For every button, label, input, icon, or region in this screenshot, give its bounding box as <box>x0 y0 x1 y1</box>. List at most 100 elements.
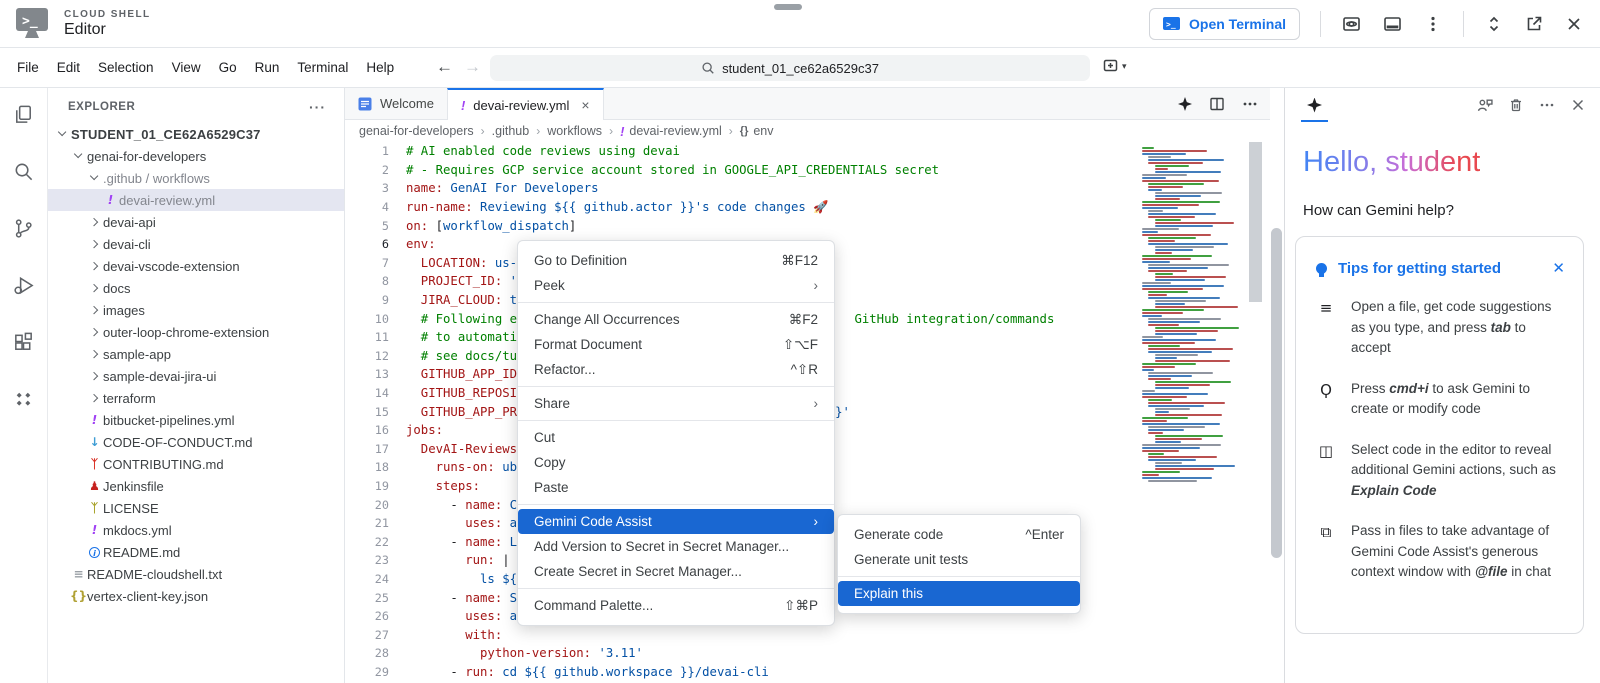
tree-item-bitbucket-pipelines-yml[interactable]: !bitbucket-pipelines.yml <box>48 409 344 431</box>
code-line-5[interactable]: 5on: [workflow_dispatch] <box>345 216 1270 235</box>
menu-shortcut: ⌘F12 <box>781 253 818 269</box>
editor-scrollbar[interactable] <box>1249 142 1262 302</box>
code-line-27[interactable]: 27 with: <box>345 625 1270 644</box>
ctx-create-secret-in-secret-manager[interactable]: Create Secret in Secret Manager... <box>518 559 834 584</box>
gemini-chat-tab[interactable] <box>1302 88 1327 122</box>
tree-item-vertex-client-key-json[interactable]: {}vertex-client-key.json <box>48 585 344 607</box>
menu-view[interactable]: View <box>163 60 210 75</box>
tree-item-outer-loop-chrome-extension[interactable]: outer-loop-chrome-extension <box>48 321 344 343</box>
explorer-icon[interactable] <box>12 103 35 131</box>
window-drag-handle[interactable] <box>774 4 802 10</box>
gemini-more-icon[interactable] <box>1539 97 1555 113</box>
code-line-29[interactable]: 29 - run: cd ${{ github.workspace }}/dev… <box>345 663 1270 682</box>
file-tree: STUDENT_01_CE62A6529C37genai-for-develop… <box>48 123 344 607</box>
tree-item-devai-api[interactable]: devai-api <box>48 211 344 233</box>
ctx-copy[interactable]: Copy <box>518 450 834 475</box>
breadcrumb-env[interactable]: {}env <box>740 124 774 138</box>
ctx-peek[interactable]: Peek› <box>518 273 834 298</box>
code-line-4[interactable]: 4run-name: Reviewing ${{ github.actor }}… <box>345 198 1270 217</box>
code-line-3[interactable]: 3name: GenAI For Developers <box>345 179 1270 198</box>
gemini-activity-icon[interactable] <box>12 388 35 416</box>
menu-edit[interactable]: Edit <box>48 60 89 75</box>
ctx-cut[interactable]: Cut <box>518 425 834 450</box>
more-options-icon[interactable] <box>1423 14 1443 34</box>
delete-chat-icon[interactable] <box>1508 97 1524 113</box>
tree-item-genai-for-developers[interactable]: genai-for-developers <box>48 145 344 167</box>
search-panel-icon[interactable] <box>12 160 35 188</box>
ctx-paste[interactable]: Paste <box>518 475 834 500</box>
ctx-share[interactable]: Share› <box>518 391 834 416</box>
tree-item-label: README-cloudshell.txt <box>87 567 222 582</box>
close-panel-icon[interactable] <box>1570 97 1586 113</box>
minimap[interactable] <box>1140 147 1242 627</box>
navigate-forward-icon[interactable]: → <box>464 57 481 77</box>
source-control-icon[interactable] <box>12 217 35 245</box>
tree-item--github-workflows[interactable]: .github / workflows <box>48 167 344 189</box>
tree-item-sample-app[interactable]: sample-app <box>48 343 344 365</box>
code-line-2[interactable]: 2# - Requires GCP service account stored… <box>345 161 1270 180</box>
menu-item-label: Generate code <box>854 527 943 542</box>
tab-welcome[interactable]: Welcome <box>345 88 447 119</box>
web-preview-icon[interactable] <box>1341 14 1362 34</box>
editor-more-icon[interactable] <box>1242 96 1258 112</box>
workspace-switcher-icon[interactable]: ▾ <box>1102 57 1127 75</box>
code-line-28[interactable]: 28 python-version: '3.11' <box>345 644 1270 663</box>
tree-item-devai-review-yml[interactable]: !devai-review.yml <box>48 189 344 211</box>
run-debug-icon[interactable] <box>12 274 35 302</box>
tree-item-code-of-conduct-md[interactable]: ↓CODE-OF-CONDUCT.md <box>48 431 344 453</box>
breadcrumb--github[interactable]: .github <box>492 124 530 138</box>
ctx-go-to-definition[interactable]: Go to Definition⌘F12 <box>518 248 834 273</box>
sub-generate-code[interactable]: Generate code^Enter <box>838 522 1080 547</box>
divider <box>1463 11 1464 37</box>
breadcrumb-workflows[interactable]: workflows <box>547 124 602 138</box>
search-input[interactable]: student_01_ce62a6529c37 <box>490 55 1090 81</box>
tree-item-docs[interactable]: docs <box>48 277 344 299</box>
tree-item-readme-md[interactable]: iREADME.md <box>48 541 344 563</box>
menu-go[interactable]: Go <box>210 60 246 75</box>
breadcrumb-devai-review-yml[interactable]: !devai-review.yml <box>620 124 722 139</box>
menu-run[interactable]: Run <box>246 60 289 75</box>
panel-scrollbar[interactable] <box>1271 228 1282 558</box>
ctx-format-document[interactable]: Format Document⇧⌥F <box>518 332 834 357</box>
ctx-change-all-occurrences[interactable]: Change All Occurrences⌘F2 <box>518 307 834 332</box>
extensions-icon[interactable] <box>12 331 35 359</box>
open-in-new-window-icon[interactable] <box>1524 14 1544 34</box>
close-icon[interactable] <box>1564 14 1584 34</box>
toggle-panel-icon[interactable] <box>1382 14 1403 34</box>
ctx-command-palette[interactable]: Command Palette...⇧⌘P <box>518 593 834 618</box>
menu-file[interactable]: File <box>8 60 48 75</box>
tree-item-images[interactable]: images <box>48 299 344 321</box>
breadcrumb-genai-for-developers[interactable]: genai-for-developers <box>359 124 474 138</box>
sub-generate-unit-tests[interactable]: Generate unit tests <box>838 547 1080 572</box>
navigate-back-icon[interactable]: ← <box>436 57 453 77</box>
collapse-expand-icon[interactable] <box>1484 14 1504 34</box>
chevron-down-icon <box>54 132 71 135</box>
tab-devai-review[interactable]: ! devai-review.yml × <box>447 88 604 120</box>
tree-item-terraform[interactable]: terraform <box>48 387 344 409</box>
sub-explain-this[interactable]: Explain this <box>838 581 1080 606</box>
tree-item-readme-cloudshell-txt[interactable]: ≡README-cloudshell.txt <box>48 563 344 585</box>
tree-item-devai-cli[interactable]: devai-cli <box>48 233 344 255</box>
ctx-add-version-to-secret-in-secret-manager[interactable]: Add Version to Secret in Secret Manager.… <box>518 534 834 559</box>
menu-help[interactable]: Help <box>357 60 403 75</box>
tree-item-devai-vscode-extension[interactable]: devai-vscode-extension <box>48 255 344 277</box>
warn-file-icon: ! <box>86 523 103 537</box>
gemini-sparkle-icon[interactable] <box>1178 97 1192 111</box>
tree-item-sample-devai-jira-ui[interactable]: sample-devai-jira-ui <box>48 365 344 387</box>
tab-close-icon[interactable]: × <box>581 97 589 113</box>
tree-item-student-01-ce62a6529c37[interactable]: STUDENT_01_CE62A6529C37 <box>48 123 344 145</box>
tree-item-mkdocs-yml[interactable]: !mkdocs.yml <box>48 519 344 541</box>
explorer-more-icon[interactable]: ··· <box>309 99 326 115</box>
split-editor-icon[interactable] <box>1209 96 1225 112</box>
menu-selection[interactable]: Selection <box>89 60 163 75</box>
open-terminal-button[interactable]: >_ Open Terminal <box>1149 8 1300 40</box>
code-line-1[interactable]: 1# AI enabled code reviews using devai <box>345 142 1270 161</box>
ctx-gemini-code-assist[interactable]: Gemini Code Assist› <box>518 509 834 534</box>
tree-item-license[interactable]: ᛉLICENSE <box>48 497 344 519</box>
ctx-refactor[interactable]: Refactor...^⇧R <box>518 357 834 382</box>
tree-item-contributing-md[interactable]: ᛉCONTRIBUTING.md <box>48 453 344 475</box>
tree-item-jenkinsfile[interactable]: ♟Jenkinsfile <box>48 475 344 497</box>
tips-close-icon[interactable]: ✕ <box>1552 259 1565 277</box>
feedback-icon[interactable] <box>1476 97 1493 114</box>
menu-terminal[interactable]: Terminal <box>288 60 357 75</box>
